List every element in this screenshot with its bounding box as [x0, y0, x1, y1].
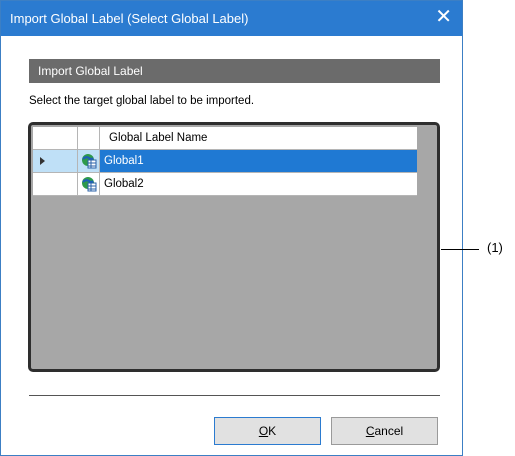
- row-icon-cell: [78, 150, 100, 172]
- row-icon-cell: [78, 173, 100, 195]
- callout-leader-line: [441, 249, 479, 250]
- grid-table: Global Label Name Global1 Global2: [33, 127, 417, 196]
- window-title: Import Global Label (Select Global Label…: [10, 11, 249, 26]
- cancel-button[interactable]: Cancel: [331, 417, 438, 445]
- global-label-icon: [82, 177, 97, 192]
- global-label-icon: [82, 154, 97, 169]
- cancel-label-rest: ancel: [374, 424, 404, 438]
- import-global-label-dialog: Import Global Label (Select Global Label…: [0, 0, 463, 456]
- global-label-name-cell[interactable]: Global2: [100, 173, 417, 195]
- ok-mnemonic: O: [258, 424, 269, 438]
- grid-header-row: Global Label Name: [33, 127, 417, 150]
- ok-button[interactable]: OK: [214, 417, 321, 445]
- global-label-name-cell[interactable]: Global1: [100, 150, 417, 172]
- header-icon-cell: [78, 127, 100, 149]
- current-row-arrow-icon: [40, 157, 45, 165]
- separator: [29, 395, 440, 396]
- table-row[interactable]: Global1: [33, 150, 417, 173]
- table-row[interactable]: Global2: [33, 173, 417, 196]
- global-label-grid[interactable]: Global Label Name Global1 Global2: [28, 122, 440, 372]
- close-icon[interactable]: ✕: [435, 7, 452, 27]
- title-bar: Import Global Label (Select Global Label…: [1, 1, 462, 36]
- header-indicator-cell: [33, 127, 78, 149]
- row-indicator-cell[interactable]: [33, 150, 78, 172]
- section-header: Import Global Label: [29, 59, 440, 83]
- instruction-text: Select the target global label to be imp…: [29, 95, 255, 107]
- callout-label: (1): [487, 240, 503, 255]
- row-indicator-cell[interactable]: [33, 173, 78, 195]
- ok-label-rest: K: [268, 424, 277, 438]
- column-header-global-label-name[interactable]: Global Label Name: [100, 127, 417, 149]
